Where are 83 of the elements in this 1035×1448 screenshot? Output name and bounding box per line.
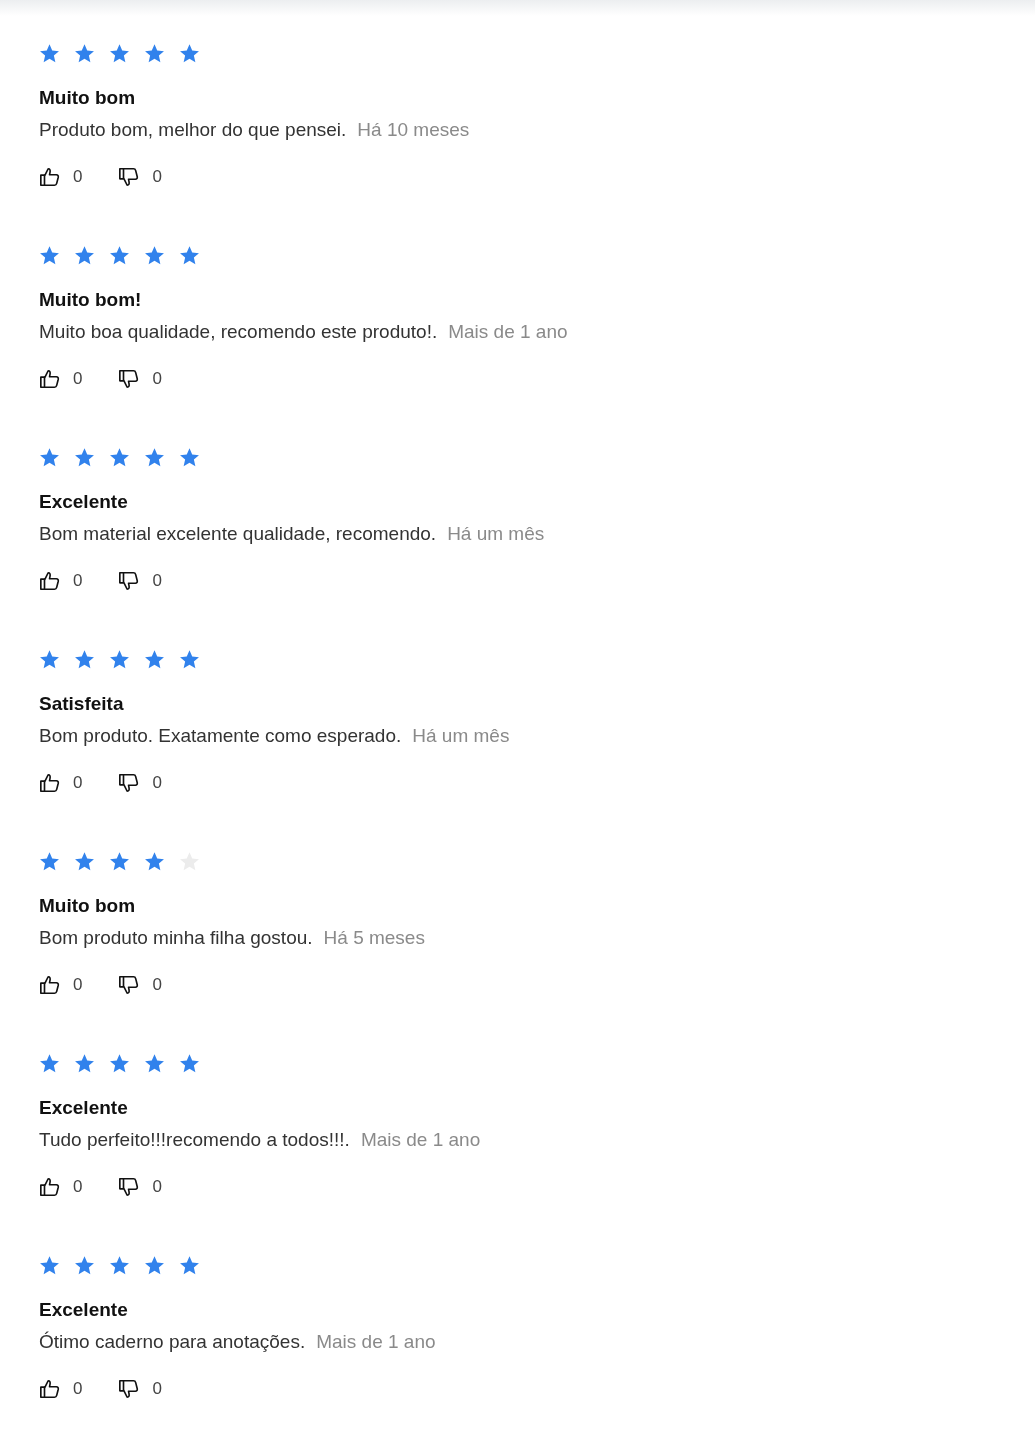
star-icon bbox=[144, 245, 165, 266]
dislike-count: 0 bbox=[152, 571, 162, 591]
thumbs-up-icon[interactable] bbox=[39, 772, 61, 794]
review-title: Excelente bbox=[39, 1298, 128, 1322]
star-icon bbox=[179, 447, 200, 468]
like-count: 0 bbox=[73, 773, 83, 793]
star-icon bbox=[144, 649, 165, 670]
like-count: 0 bbox=[73, 369, 83, 389]
review-title: Muito bom bbox=[39, 894, 136, 918]
star-icon bbox=[74, 649, 95, 670]
review-date: Há um mês bbox=[412, 724, 510, 748]
dislike-count: 0 bbox=[152, 1177, 162, 1197]
star-icon bbox=[39, 1053, 60, 1074]
star-icon bbox=[74, 447, 95, 468]
review-date: Mais de 1 ano bbox=[448, 320, 568, 344]
review-date: Há 10 meses bbox=[357, 118, 470, 142]
star-icon bbox=[39, 447, 60, 468]
review-text: Ótimo caderno para anotações. bbox=[39, 1330, 306, 1354]
dislike-count: 0 bbox=[152, 773, 162, 793]
review-text: Bom material excelente qualidade, recomendo. bbox=[39, 522, 437, 546]
star-icon bbox=[39, 43, 60, 64]
star-icon bbox=[144, 43, 165, 64]
review-date: Mais de 1 ano bbox=[316, 1330, 436, 1354]
star-icon bbox=[179, 1053, 200, 1074]
star-icon bbox=[74, 1255, 95, 1276]
thumbs-down-icon[interactable] bbox=[118, 166, 141, 188]
thumbs-down-icon[interactable] bbox=[118, 368, 141, 390]
star-icon bbox=[144, 851, 165, 872]
dislike-count: 0 bbox=[152, 369, 162, 389]
review-text: Muito boa qualidade, recomendo este produto!. bbox=[39, 320, 438, 344]
review-title: Muito bom bbox=[39, 86, 136, 110]
review-text: Produto bom, melhor do que pensei. bbox=[39, 118, 347, 142]
thumbs-down-icon[interactable] bbox=[118, 1378, 141, 1400]
star-icon bbox=[179, 245, 200, 266]
star-icon bbox=[109, 1255, 130, 1276]
review-text: Bom produto. Exatamente como esperado. bbox=[39, 724, 402, 748]
like-count: 0 bbox=[73, 1177, 83, 1197]
star-icon bbox=[109, 1053, 130, 1074]
thumbs-up-icon[interactable] bbox=[39, 1378, 61, 1400]
like-count: 0 bbox=[73, 167, 83, 187]
like-count: 0 bbox=[73, 975, 83, 995]
review-title: Satisfeita bbox=[39, 692, 124, 716]
review-text: Bom produto minha filha gostou. bbox=[39, 926, 313, 950]
review-date: Mais de 1 ano bbox=[360, 1128, 481, 1152]
review-title: Excelente bbox=[39, 490, 128, 514]
dislike-count: 0 bbox=[152, 1379, 162, 1399]
star-icon bbox=[179, 649, 200, 670]
star-icon bbox=[179, 43, 200, 64]
star-icon bbox=[179, 1255, 200, 1276]
review-date: Há 5 meses bbox=[323, 926, 425, 950]
thumbs-up-icon[interactable] bbox=[39, 166, 61, 188]
review-title: Excelente bbox=[39, 1096, 128, 1120]
thumbs-up-icon[interactable] bbox=[39, 974, 61, 996]
thumbs-down-icon[interactable] bbox=[118, 772, 141, 794]
review-text: Tudo perfeito!!!recomendo a todos!!!. bbox=[39, 1128, 350, 1152]
like-count: 0 bbox=[73, 1379, 83, 1399]
star-icon bbox=[74, 245, 95, 266]
thumbs-up-icon[interactable] bbox=[39, 368, 61, 390]
like-count: 0 bbox=[73, 571, 83, 591]
star-icon bbox=[109, 447, 130, 468]
star-icon bbox=[144, 1255, 165, 1276]
star-icon bbox=[144, 1053, 165, 1074]
thumbs-up-icon[interactable] bbox=[39, 570, 61, 592]
star-icon bbox=[74, 1053, 95, 1074]
thumbs-up-icon[interactable] bbox=[39, 1176, 61, 1198]
star-icon bbox=[39, 1255, 60, 1276]
thumbs-down-icon[interactable] bbox=[118, 1176, 141, 1198]
star-icon bbox=[109, 649, 130, 670]
star-icon bbox=[109, 245, 130, 266]
star-icon bbox=[39, 851, 60, 872]
thumbs-down-icon[interactable] bbox=[118, 570, 141, 592]
dislike-count: 0 bbox=[152, 975, 162, 995]
star-icon bbox=[144, 447, 165, 468]
thumbs-down-icon[interactable] bbox=[118, 974, 141, 996]
star-icon bbox=[39, 245, 60, 266]
star-icon bbox=[109, 851, 130, 872]
star-icon bbox=[39, 649, 60, 670]
review-title: Muito bom! bbox=[39, 288, 142, 312]
star-icon bbox=[109, 43, 130, 64]
star-icon bbox=[74, 851, 95, 872]
review-date: Há um mês bbox=[447, 522, 545, 546]
dislike-count: 0 bbox=[152, 167, 162, 187]
star-icon bbox=[74, 43, 95, 64]
